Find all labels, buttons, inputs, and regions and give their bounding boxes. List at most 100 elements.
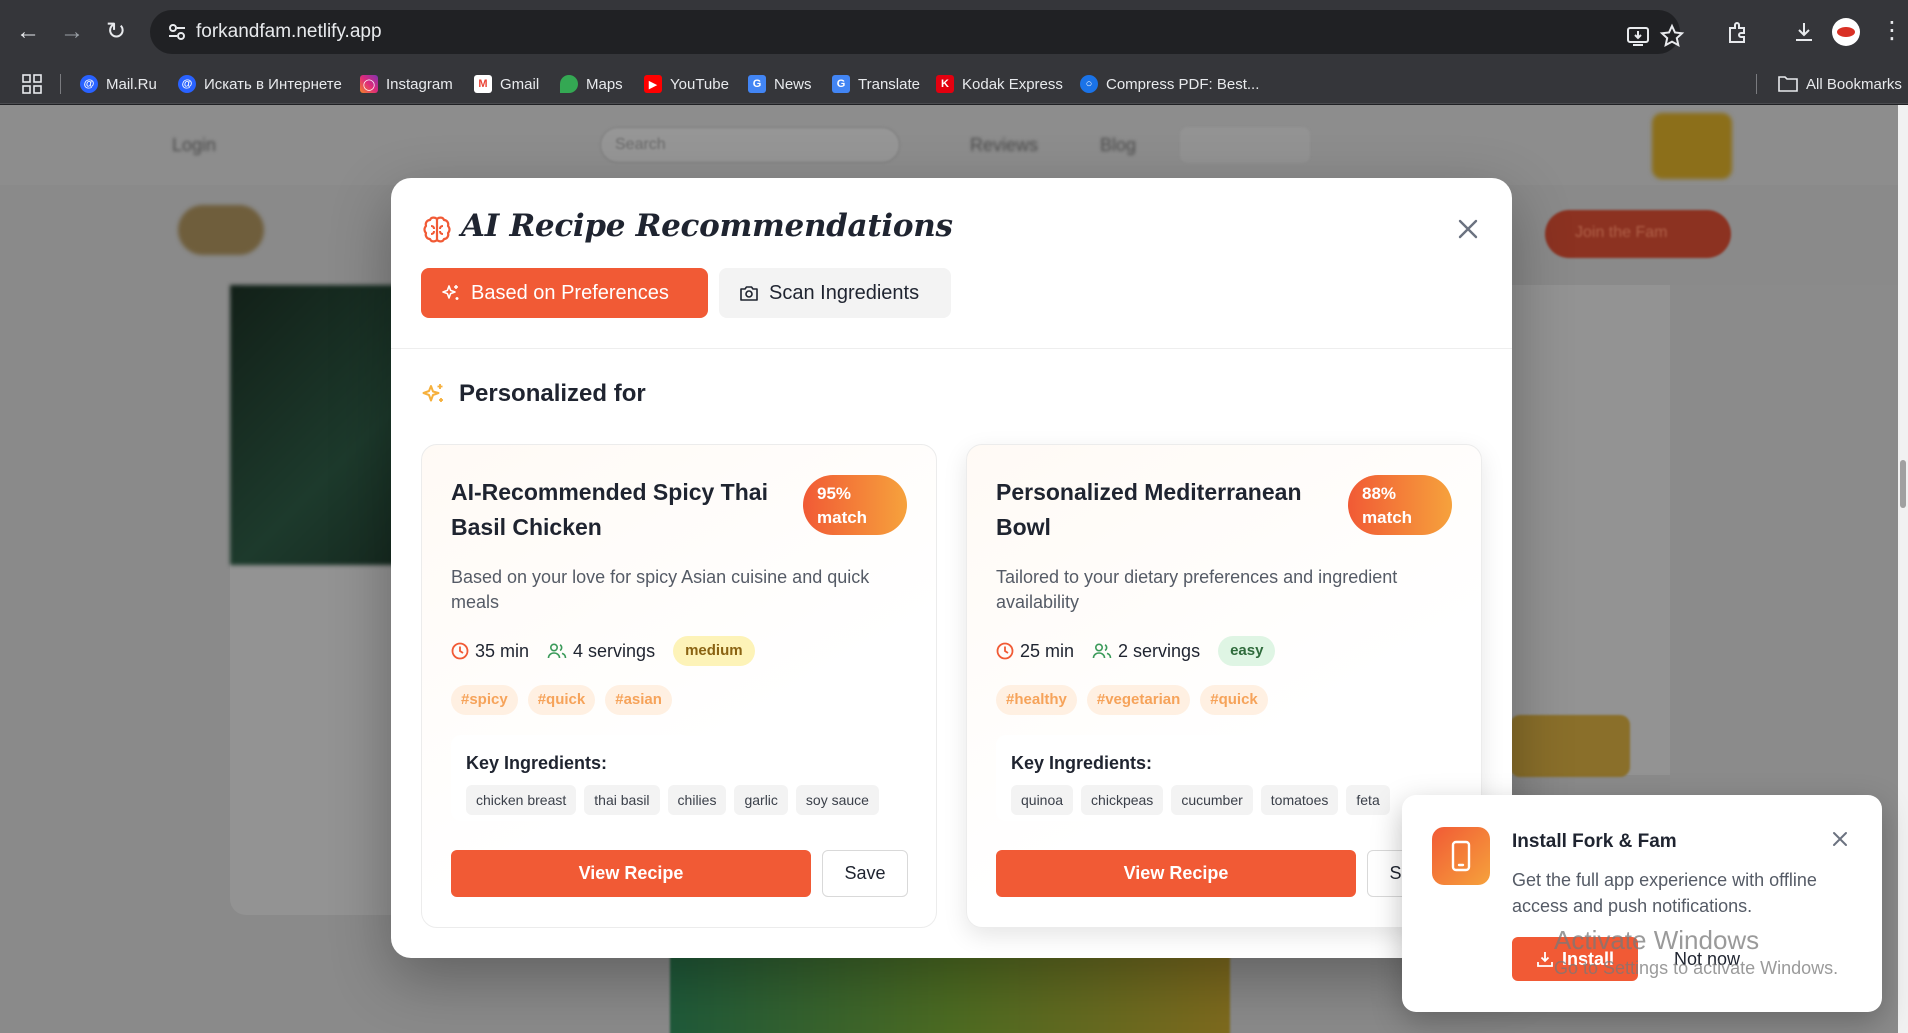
bookmark-label: Compress PDF: Best...: [1106, 75, 1260, 93]
recipe-card: AI-Recommended Spicy Thai Basil Chicken …: [421, 444, 937, 928]
extensions-icon[interactable]: [1724, 18, 1752, 46]
all-bookmarks[interactable]: All Bookmarks: [1778, 72, 1902, 96]
bookmark-compress[interactable]: ○ Compress PDF: Best...: [1080, 72, 1259, 96]
profile-avatar[interactable]: [1832, 18, 1860, 46]
install-app-icon[interactable]: [1624, 22, 1652, 50]
app-icon: [1432, 827, 1490, 885]
reload-icon[interactable]: ↻: [98, 14, 134, 50]
tab-based-on-preferences[interactable]: Based on Preferences: [421, 268, 708, 318]
back-icon[interactable]: ←: [10, 14, 46, 50]
join-cta: Join the Fam: [1545, 210, 1731, 258]
view-recipe-button[interactable]: View Recipe: [996, 850, 1356, 897]
compress-icon: ○: [1080, 75, 1098, 93]
modal-title: AI Recipe Recommendations: [461, 208, 953, 244]
tag-chip[interactable]: #healthy: [996, 685, 1077, 715]
tag-chip[interactable]: #quick: [527, 685, 596, 715]
ingredient-chip: thai basil: [584, 785, 660, 815]
tag-chip[interactable]: #quick: [1200, 685, 1268, 715]
match-badge: 95% match: [803, 475, 907, 535]
close-icon[interactable]: [1828, 827, 1852, 851]
bookmark-translate[interactable]: G Translate: [832, 72, 920, 96]
clock-icon: [996, 642, 1014, 660]
apps-grid-icon[interactable]: [22, 74, 42, 94]
key-ingredients: Key Ingredients: chicken breast thai bas…: [451, 735, 909, 821]
site-search: Search: [600, 127, 900, 163]
cook-time-value: 35 min: [475, 640, 530, 661]
ingredient-chip: chicken breast: [466, 785, 577, 815]
bookmark-label: Instagram: [386, 75, 453, 93]
bookmark-maps[interactable]: Maps: [560, 72, 623, 96]
sparkles-icon: [422, 384, 443, 402]
instagram-icon: ◯: [360, 75, 378, 93]
servings: 2 servings: [1092, 641, 1200, 662]
save-button[interactable]: Save: [822, 850, 908, 897]
menu-kebab-icon[interactable]: ⋮: [1880, 16, 1904, 46]
recipe-description: Based on your love for spicy Asian cuisi…: [451, 567, 870, 612]
smartphone-icon: [1451, 840, 1471, 872]
recipe-tags: #spicy #quick #asian: [451, 685, 672, 715]
recipe-description: Tailored to your dietary preferences and…: [996, 567, 1398, 612]
at-icon: @: [178, 75, 196, 93]
modal-header: AI Recipe Recommendations Based on Prefe…: [391, 178, 1512, 349]
site-settings-icon[interactable]: [166, 21, 188, 43]
bookmark-gmail[interactable]: M Gmail: [474, 72, 539, 96]
bookmarks-bar: @ Mail.Ru @ Искать в Интернете ◯ Instagram …: [0, 64, 1908, 104]
tag-chip[interactable]: #vegetarian: [1086, 685, 1191, 715]
youtube-icon: ▶: [644, 75, 662, 93]
download-icon[interactable]: [1790, 18, 1818, 46]
bookmark-label: YouTube: [670, 75, 729, 93]
background-panel: [1510, 285, 1670, 775]
download-icon: [1537, 952, 1553, 967]
recipe-title: Personalized Mediterranean Bowl: [996, 479, 1302, 540]
bookmark-mailru[interactable]: @ Mail.Ru: [80, 72, 157, 96]
key-ingredients-title: Key Ingredients:: [1011, 753, 1153, 773]
tag-chip[interactable]: #spicy: [451, 685, 518, 715]
ingredient-chip: cucumber: [1171, 785, 1253, 815]
url-text[interactable]: forkandfam.netlify.app: [196, 21, 382, 43]
kodak-icon: K: [936, 75, 954, 93]
site-topnav: [0, 105, 1898, 185]
recipe-tags: #healthy #vegetarian #quick: [996, 685, 1268, 715]
ingredient-chip: quinoa: [1011, 785, 1074, 815]
install-button[interactable]: Install: [1512, 937, 1638, 981]
users-icon: [547, 643, 567, 659]
forward-icon[interactable]: →: [54, 14, 90, 50]
tab-scan-ingredients[interactable]: Scan Ingredients: [719, 268, 951, 318]
bookmark-search[interactable]: @ Искать в Интернете: [178, 72, 342, 96]
servings-value: 2 servings: [1118, 640, 1201, 661]
background-yellow-button: [1510, 715, 1630, 777]
bookmark-instagram[interactable]: ◯ Instagram: [360, 72, 453, 96]
ai-recipe-modal: AI Recipe Recommendations Based on Prefe…: [391, 178, 1512, 958]
cook-time: 35 min: [451, 641, 529, 662]
difficulty-badge: easy: [1218, 636, 1276, 666]
cook-time: 25 min: [996, 641, 1074, 662]
bookmark-kodak[interactable]: K Kodak Express: [936, 72, 1063, 96]
tab-label: Based on Preferences: [471, 281, 669, 304]
tag-chip[interactable]: #asian: [605, 685, 672, 715]
clock-icon: [451, 642, 469, 660]
nav-reviews: Reviews: [970, 135, 1039, 155]
scrollbar-thumb[interactable]: [1900, 460, 1906, 508]
ingredient-chip: tomatoes: [1260, 785, 1339, 815]
bookmark-star-icon[interactable]: [1658, 22, 1686, 50]
bookmark-label: Искать в Интернете: [204, 75, 342, 93]
key-ingredients: Key Ingredients: quinoa chickpeas cucumb…: [996, 735, 1454, 821]
page-scrollbar[interactable]: [1898, 105, 1908, 1033]
sparkles-icon: [442, 285, 459, 300]
bookmark-youtube[interactable]: ▶ YouTube: [644, 72, 729, 96]
difficulty-badge: medium: [673, 636, 755, 666]
address-bar[interactable]: forkandfam.netlify.app: [150, 10, 1685, 54]
recipe-title: AI-Recommended Spicy Thai Basil Chicken: [451, 479, 768, 540]
key-ingredients-title: Key Ingredients:: [466, 753, 608, 773]
bookmark-news[interactable]: G News: [748, 72, 812, 96]
users-icon: [1092, 643, 1112, 659]
join-cta-label: Join the Fam: [1575, 224, 1668, 241]
site-search-placeholder: Search: [615, 136, 666, 153]
view-recipe-button[interactable]: View Recipe: [451, 850, 811, 897]
not-now-button[interactable]: Not now: [1652, 937, 1762, 981]
bookmark-label: Mail.Ru: [106, 75, 157, 93]
gmail-icon: M: [474, 75, 492, 93]
bookmark-label: Maps: [586, 75, 623, 93]
install-prompt: Install Fork & Fam Get the full app expe…: [1402, 795, 1882, 1012]
close-icon[interactable]: [1453, 214, 1483, 244]
